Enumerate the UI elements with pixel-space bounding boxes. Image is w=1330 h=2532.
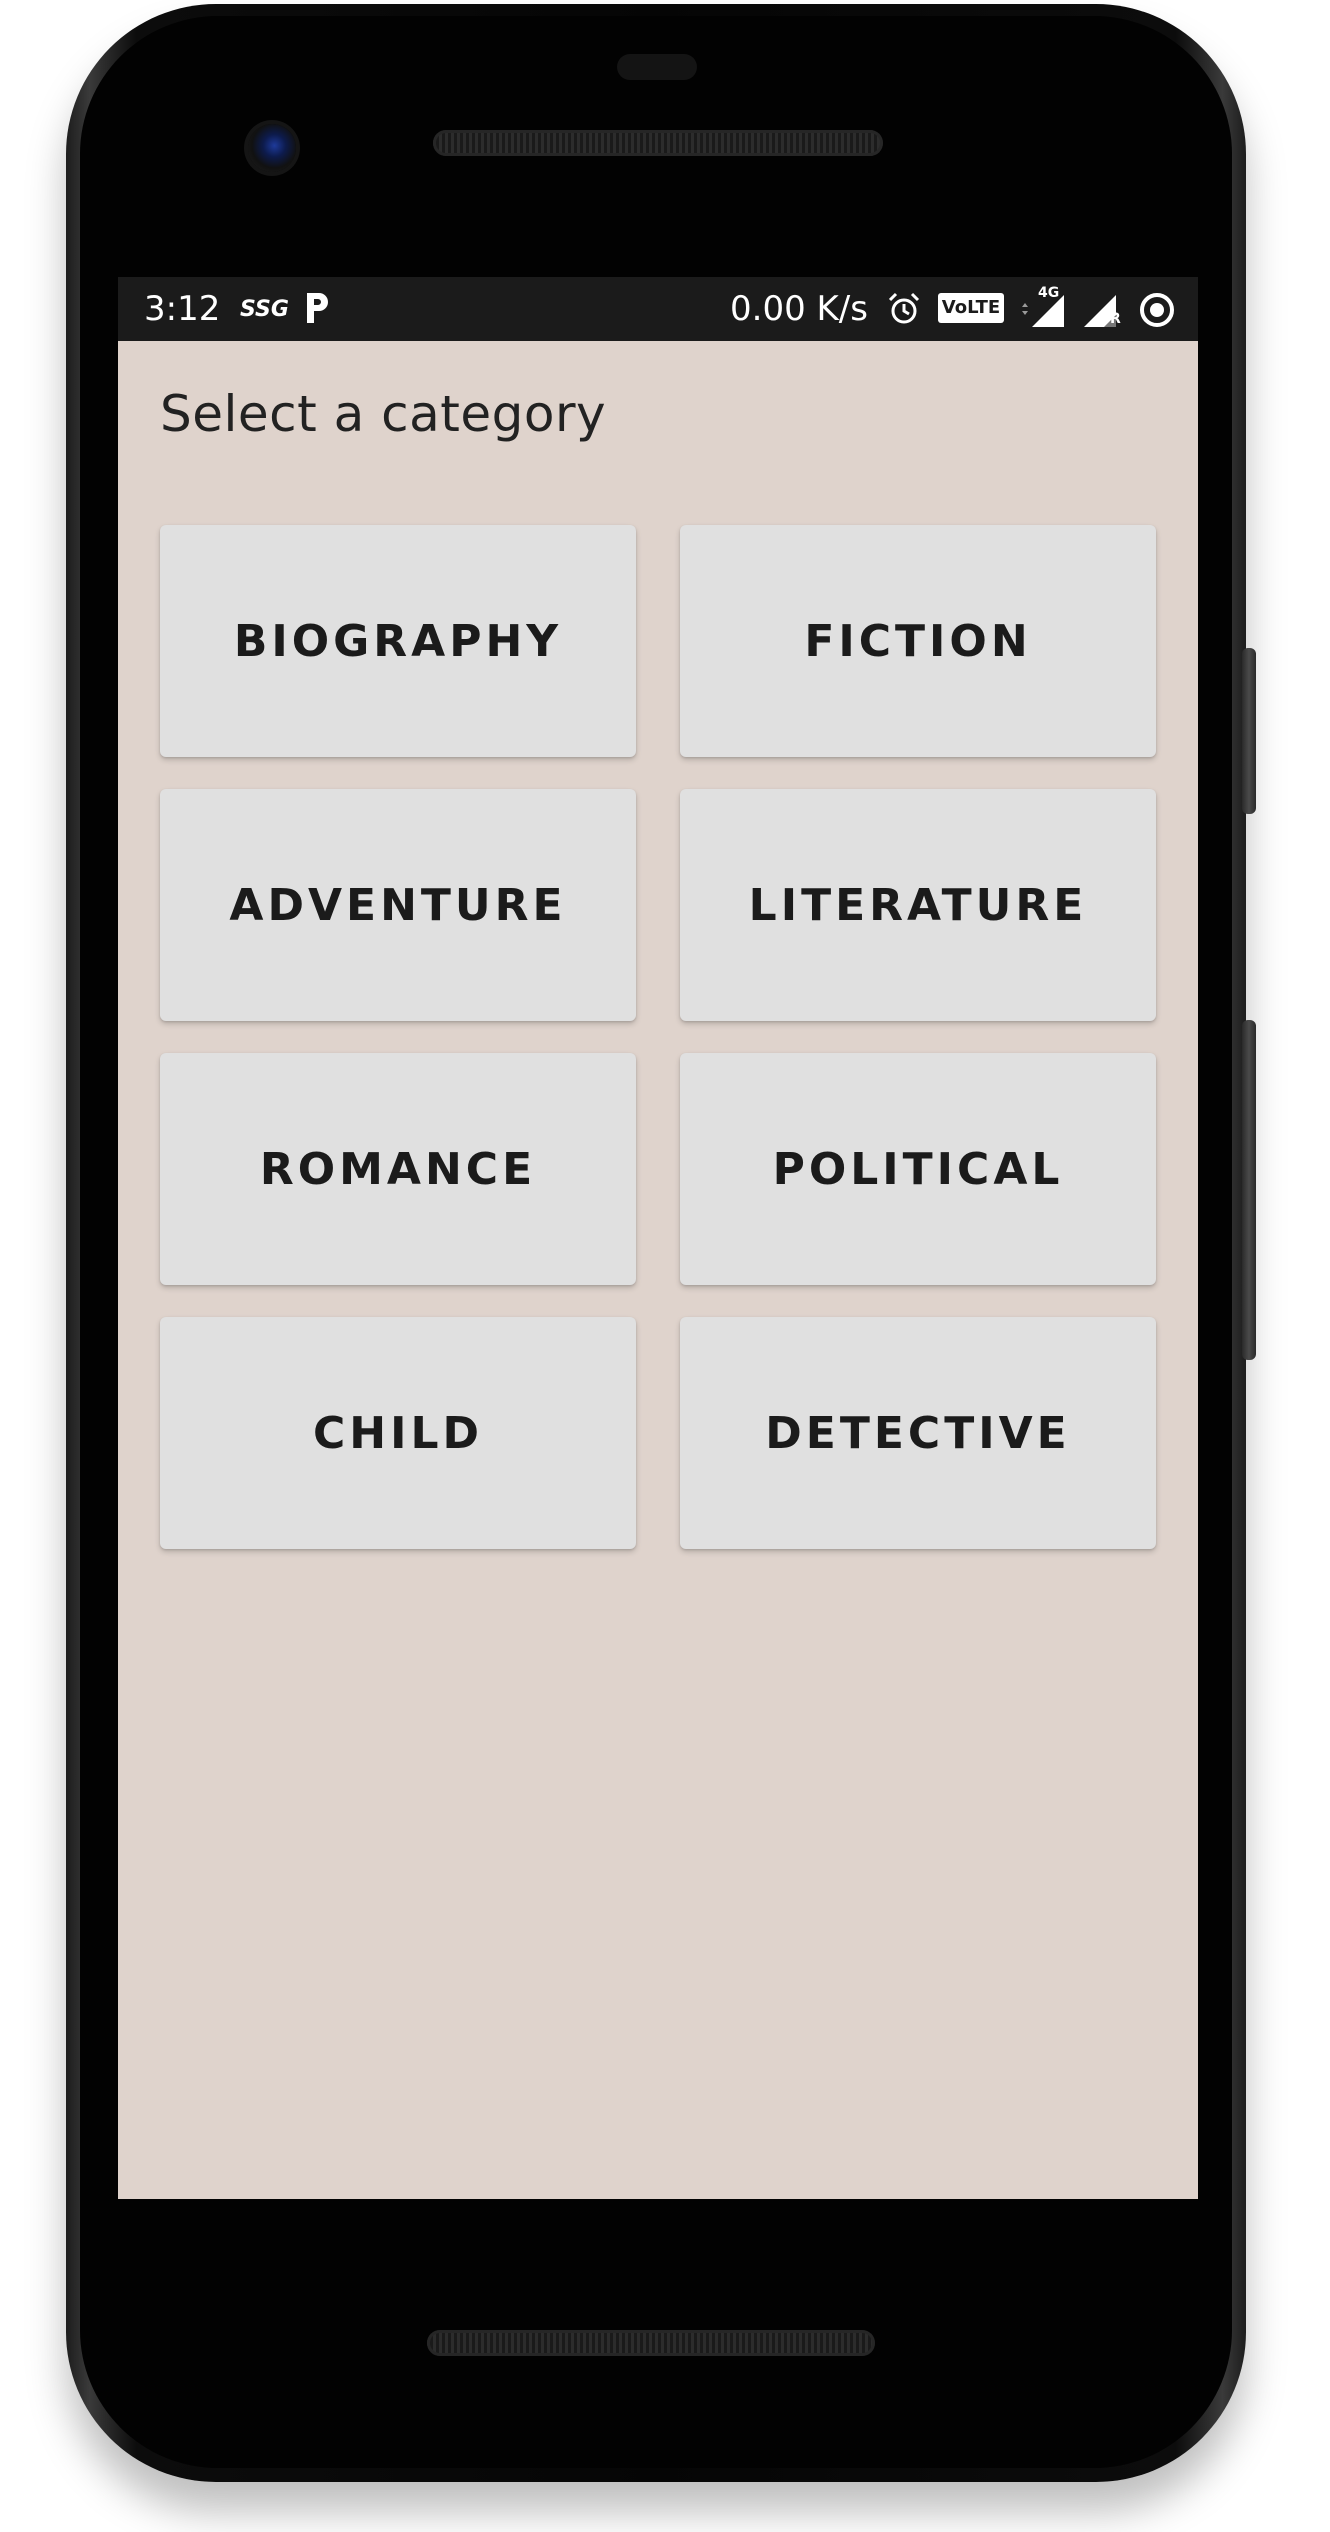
category-romance-button[interactable]: ROMANCE [160, 1053, 636, 1285]
category-detective-button[interactable]: DETECTIVE [680, 1317, 1156, 1549]
category-grid: BIOGRAPHY FICTION ADVENTURE LITERATURE R… [160, 525, 1156, 1549]
category-political-button[interactable]: POLITICAL [680, 1053, 1156, 1285]
power-button [1242, 1020, 1256, 1360]
category-label: CHILD [312, 1407, 484, 1459]
roaming-indicator: R [1110, 311, 1121, 327]
proximity-sensor [617, 54, 697, 80]
category-biography-button[interactable]: BIOGRAPHY [160, 525, 636, 757]
volume-button [1242, 648, 1256, 814]
earpiece-speaker [433, 130, 883, 156]
status-bar: 3:12 SSG 0.00 K/s VoLTE 4G R [118, 277, 1198, 341]
app-screen: 3:12 SSG 0.00 K/s VoLTE 4G R Select a ca… [118, 277, 1198, 2199]
network-speed: 0.00 K/s [730, 289, 868, 329]
alarm-icon [888, 292, 920, 324]
category-label: ROMANCE [259, 1143, 537, 1195]
device-frame: 3:12 SSG 0.00 K/s VoLTE 4G R Select a ca… [0, 0, 1330, 2532]
category-label: BIOGRAPHY [233, 615, 563, 667]
category-child-button[interactable]: CHILD [160, 1317, 636, 1549]
category-literature-button[interactable]: LITERATURE [680, 789, 1156, 1021]
record-icon [1140, 293, 1174, 327]
bottom-speaker [427, 2330, 875, 2356]
category-label: POLITICAL [772, 1143, 1064, 1195]
page-title: Select a category [160, 385, 607, 443]
category-adventure-button[interactable]: ADVENTURE [160, 789, 636, 1021]
status-time: 3:12 [144, 289, 221, 329]
ssg-badge: SSG [240, 297, 289, 322]
volte-badge: VoLTE [938, 293, 1004, 323]
network-type-label: 4G [1038, 285, 1060, 301]
category-label: ADVENTURE [229, 879, 567, 931]
category-label: DETECTIVE [765, 1407, 1071, 1459]
category-label: FICTION [804, 615, 1032, 667]
p-icon [307, 293, 328, 323]
front-camera [248, 124, 296, 172]
category-fiction-button[interactable]: FICTION [680, 525, 1156, 757]
category-label: LITERATURE [748, 879, 1088, 931]
